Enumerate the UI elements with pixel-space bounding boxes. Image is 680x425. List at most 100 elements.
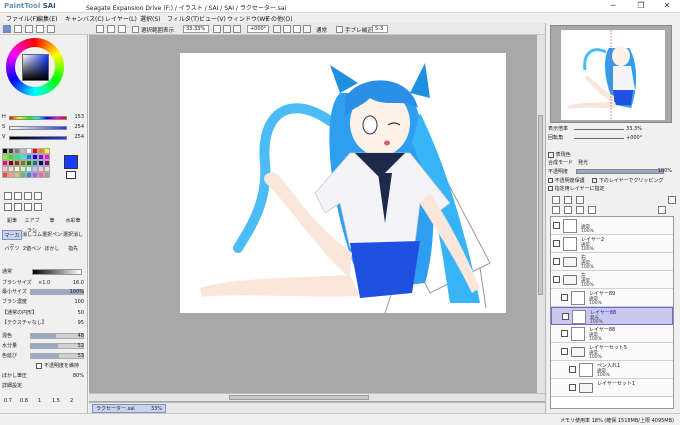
clipping-checkbox[interactable] — [592, 178, 598, 183]
preset-size[interactable]: 2 — [70, 397, 73, 405]
tool-eraser[interactable]: 消しゴム — [22, 230, 42, 240]
folder-row[interactable]: レイヤーセット5 通常 100% — [551, 343, 673, 361]
visibility-eye-icon[interactable] — [553, 222, 560, 229]
new-linework-layer-icon[interactable] — [564, 196, 572, 204]
blur-pressure-param[interactable]: ぼかし筆圧 80% — [2, 372, 86, 380]
layer-row[interactable]: レイヤー88 通常 100% — [551, 325, 673, 343]
preset-size[interactable]: 1 — [38, 397, 41, 405]
vertical-scroll-thumb[interactable] — [538, 115, 543, 295]
lasso-icon[interactable] — [14, 192, 22, 200]
detail-settings[interactable]: 詳細設定 — [2, 382, 86, 390]
brush-shape-strip[interactable] — [32, 269, 82, 275]
rotation-field[interactable]: +000° — [247, 25, 269, 33]
layer-row-selected[interactable]: レイヤー88 発光 100% — [551, 307, 673, 325]
protect-opacity-checkbox[interactable] — [548, 178, 553, 183]
tool-marker[interactable]: マーカー — [2, 230, 22, 249]
vertical-scrollbar[interactable] — [537, 35, 545, 393]
scratchpad-toggle-icon[interactable] — [47, 25, 55, 33]
zoom-in-icon[interactable] — [223, 25, 231, 33]
tool-pencil[interactable]: 鉛筆 — [2, 216, 22, 226]
preset-size[interactable]: 1.5 — [52, 397, 60, 405]
rgb-slider-toggle-icon[interactable] — [25, 25, 33, 33]
value-slider[interactable]: V 254 — [2, 134, 86, 141]
blending-param[interactable]: 混色 48 — [2, 332, 86, 340]
tool-select-eraser[interactable]: 選択消し — [62, 230, 84, 240]
menu-view[interactable]: ビュー(V) — [199, 14, 226, 23]
zoom-reset-icon[interactable] — [233, 25, 241, 33]
rotate-right-icon[interactable] — [283, 25, 291, 33]
magic-wand-icon[interactable] — [24, 192, 32, 200]
layer-effect[interactable]: 表現色 — [548, 151, 676, 158]
zoom-tool-icon[interactable] — [14, 203, 22, 211]
menu-window[interactable]: ウィンドウ(W) — [227, 14, 268, 23]
layer-list[interactable]: 通常 100% レイヤー2 通常 100% 右 通常 100% 左 通常 100… — [550, 216, 674, 409]
horizontal-scrollbar[interactable] — [89, 393, 545, 401]
menu-edit[interactable]: 編集(E) — [37, 14, 57, 23]
visibility-eye-icon[interactable] — [569, 366, 576, 373]
layer-blend-mode[interactable]: 合成モード 発光 — [548, 159, 676, 166]
visibility-eye-icon[interactable] — [561, 294, 568, 301]
effect-toggle-icon[interactable] — [548, 151, 554, 158]
artwork-illustration[interactable] — [180, 53, 506, 313]
zoom-field[interactable]: 33.33% — [183, 25, 209, 33]
color-swatch[interactable] — [44, 172, 50, 178]
layer-row[interactable]: レイヤー89 通常 100% — [551, 289, 673, 307]
deselect-icon[interactable] — [96, 25, 104, 33]
maximize-button[interactable]: ❐ — [630, 0, 652, 13]
document-tab[interactable]: ラクセーター.sai 33% — [92, 404, 166, 413]
close-button[interactable]: ✕ — [656, 0, 678, 13]
navigator-angle[interactable]: 回転角 +000° — [548, 135, 676, 142]
clear-selection-icon[interactable] — [118, 25, 126, 33]
tool-blur[interactable]: ぼかし — [42, 244, 62, 254]
min-size-param[interactable]: 最小サイズ 100% — [2, 288, 86, 296]
stabilizer-select[interactable]: S-3 — [372, 25, 388, 33]
brush-blend-mode[interactable]: 通常 — [2, 268, 86, 276]
visibility-eye-icon[interactable] — [553, 240, 560, 247]
visibility-eye-icon[interactable] — [561, 348, 568, 355]
menu-file[interactable]: ファイル(F) — [6, 14, 38, 23]
menu-select[interactable]: 選択(S) — [140, 14, 161, 23]
folder-row[interactable]: レイヤーセット1 — [551, 379, 673, 397]
menu-canvas[interactable]: キャンバス(C) — [65, 14, 104, 23]
swatch-toggle-icon[interactable] — [36, 25, 44, 33]
rotate-tool-icon[interactable] — [24, 203, 32, 211]
hand-tool-icon[interactable] — [34, 203, 42, 211]
move-icon[interactable] — [4, 203, 12, 211]
new-folder-icon[interactable] — [576, 196, 584, 204]
keep-opacity-option[interactable]: 不透明度を維持 — [2, 362, 86, 370]
keep-opacity-checkbox[interactable] — [36, 363, 42, 369]
merge-down-icon[interactable] — [564, 206, 572, 214]
texture-param[interactable]: 【テクスチャなし】 95 — [2, 319, 86, 327]
tool-bucket[interactable]: バケツ — [2, 244, 22, 254]
menu-filter[interactable]: フィルタ(T) — [167, 14, 199, 23]
delete-layer-icon[interactable] — [588, 206, 596, 214]
hsv-slider-toggle-icon[interactable] — [14, 25, 22, 33]
tool-select-pen[interactable]: 選択ペン — [42, 230, 62, 240]
invert-selection-icon[interactable] — [107, 25, 115, 33]
tool-watercolor[interactable]: 水彩筆 — [62, 216, 84, 226]
layer-row[interactable]: 通常 100% — [551, 217, 673, 235]
menu-layer[interactable]: レイヤー(L) — [105, 14, 137, 23]
rect-select-icon[interactable] — [4, 192, 12, 200]
brush-size-param[interactable]: ブラシサイズ ×1.0 16.0 — [2, 279, 86, 287]
stabilizer-checkbox[interactable] — [336, 26, 343, 33]
folder-row[interactable]: 右 通常 100% — [551, 253, 673, 271]
color-swatches[interactable] — [2, 148, 52, 184]
secondary-color[interactable] — [66, 171, 76, 179]
visibility-eye-icon[interactable] — [561, 330, 568, 337]
layer-mask-icon[interactable] — [658, 206, 666, 214]
water-param[interactable]: 水分量 52 — [2, 342, 86, 350]
menu-other[interactable]: その他(O) — [265, 14, 292, 23]
flip-horizontal-icon[interactable] — [303, 25, 311, 33]
layer-opacity[interactable]: 不透明度 100% — [548, 168, 676, 175]
color-wheel-toggle-icon[interactable] — [3, 25, 11, 33]
canvas[interactable] — [180, 53, 506, 313]
blend-mode-label[interactable]: 通常 — [316, 26, 327, 34]
new-layer-icon[interactable] — [552, 196, 560, 204]
zoom-out-icon[interactable] — [213, 25, 221, 33]
transfer-down-icon[interactable] — [552, 206, 560, 214]
tool-binary-pen[interactable]: 2値ペン — [22, 244, 42, 254]
navigator-zoom[interactable]: 表示倍率 33.3% — [548, 126, 676, 133]
preset-size[interactable]: 0.8 — [20, 397, 28, 405]
rotate-left-icon[interactable] — [273, 25, 281, 33]
